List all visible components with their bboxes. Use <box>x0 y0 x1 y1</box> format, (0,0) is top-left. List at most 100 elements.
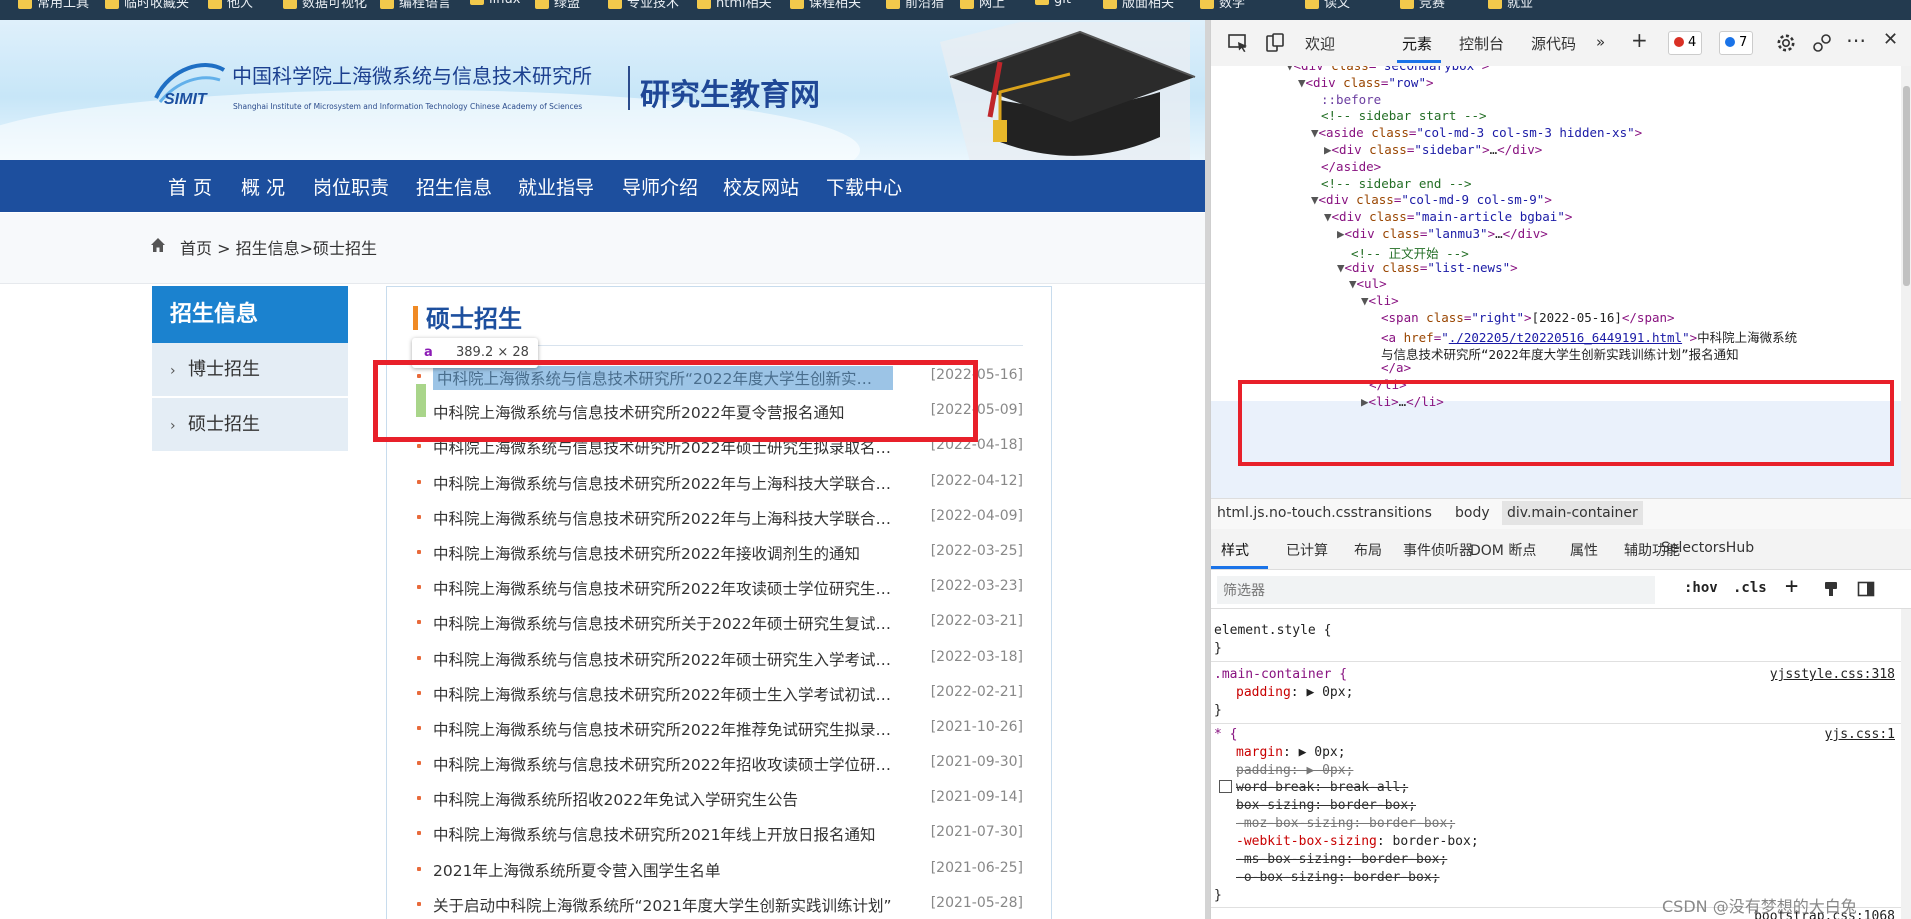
nav-item[interactable]: 下载中心 <box>826 173 902 200</box>
hov-toggle[interactable]: :hov <box>1684 580 1718 596</box>
bookmark-item[interactable]: 版面相关 <box>1103 0 1174 11</box>
styles-subtab[interactable]: SelectorsHub <box>1661 540 1754 556</box>
nav-item[interactable]: 首 页 <box>168 173 212 200</box>
dom-node-line[interactable]: ▼<ul> <box>1349 276 1387 291</box>
dom-scrollbar-thumb[interactable] <box>1903 86 1910 286</box>
dom-node-line[interactable]: ▼<div class="col-md-9 col-sm-9"> <box>1311 192 1552 207</box>
inspect-element-icon[interactable] <box>1227 33 1249 53</box>
dom-node-line[interactable]: ▶<div class="lanmu3">…</div> <box>1337 226 1548 241</box>
nav-item[interactable]: 导师介绍 <box>622 173 698 200</box>
margin-declaration[interactable]: margin: ▶ 0px; <box>1236 745 1346 760</box>
bookmark-item[interactable]: 编程语言 <box>380 0 451 11</box>
news-title-link[interactable]: 中科院上海微系统与信息技术研究所2022年招收攻读硕士学位研究生 <box>433 753 893 775</box>
cls-toggle[interactable]: .cls <box>1733 580 1767 596</box>
news-title-link[interactable]: 中科院上海微系统与信息技术研究所2022年与上海科技大学联合培养研究生 <box>433 507 893 529</box>
bookmark-item[interactable]: git <box>1035 0 1071 7</box>
tab-sources[interactable]: 源代码 <box>1531 33 1576 54</box>
dom-node-line[interactable]: ▼<div class="list-news"> <box>1337 260 1518 275</box>
news-title-link[interactable]: 中科院上海微系统与信息技术研究所关于2022年硕士研究生复试安排 <box>433 612 893 634</box>
crumb-main-container[interactable]: div.main-container <box>1502 501 1643 525</box>
bookmark-item[interactable]: 绿盟 <box>535 0 580 11</box>
dom-node-line[interactable]: ▼<li> <box>1361 293 1399 308</box>
dom-node-line[interactable]: ▼<div class="row"> <box>1298 75 1434 90</box>
word-break-overridden[interactable]: word-break: break-all; <box>1236 780 1408 795</box>
news-title-link[interactable]: 关于启动中科院上海微系统所“2021年度大学生创新实践训练计划” <box>433 894 893 916</box>
bookmark-item[interactable]: 常用工具 <box>18 0 89 11</box>
breadcrumb-section-link[interactable]: 招生信息 <box>236 239 300 258</box>
styles-filter-input[interactable] <box>1217 576 1655 604</box>
more-options-icon[interactable]: ⋯ <box>1846 28 1866 52</box>
home-icon[interactable] <box>150 237 166 253</box>
nav-item[interactable]: 岗位职责 <box>313 173 389 200</box>
styles-scrollbar[interactable] <box>1901 609 1911 919</box>
tab-elements[interactable]: 元素 <box>1402 33 1432 54</box>
styles-subtab[interactable]: 事件侦听器 <box>1403 540 1473 560</box>
dom-node-line[interactable]: 与信息技术研究所“2022年度大学生创新实践训练计划”报名通知 <box>1381 344 1739 363</box>
dom-node-line[interactable]: ▼<div class="main-article bgbai"> <box>1324 209 1572 224</box>
bookmark-item[interactable]: 专业技术 <box>608 0 679 11</box>
bookmark-item[interactable]: linux <box>470 0 520 7</box>
dom-node-line[interactable]: ▼<div class="secondarybox"> <box>1286 66 1489 73</box>
dom-node-line[interactable]: </aside> <box>1321 159 1381 174</box>
toggle-sidebar-icon[interactable] <box>1857 580 1875 598</box>
settings-gear-icon[interactable] <box>1775 32 1797 54</box>
customize-icon[interactable] <box>1811 32 1833 54</box>
device-toolbar-icon[interactable] <box>1265 33 1285 53</box>
news-title-link[interactable]: 中科院上海微系统与信息技术研究所2022年硕士研究生入学考试成绩 <box>433 648 893 670</box>
padding-declaration[interactable]: padding: ▶ 0px; <box>1236 685 1353 700</box>
box-sizing-overridden[interactable]: box-sizing: border-box; <box>1236 798 1416 813</box>
nav-item[interactable]: 就业指导 <box>518 173 594 200</box>
nav-item[interactable]: 校友网站 <box>723 173 799 200</box>
bookmark-item[interactable]: 数据可视化 <box>283 0 367 11</box>
error-count-badge[interactable]: 4 <box>1668 31 1703 55</box>
news-title-link[interactable]: 中科院上海微系统与信息技术研究所2021年线上开放日报名通知 <box>433 823 893 845</box>
news-title-link[interactable]: 中科院上海微系统与信息技术研究所2022年推荐免试研究生拟录取名单 <box>433 718 893 740</box>
news-title-link[interactable]: 中科院上海微系统与信息技术研究所2022年攻读硕士学位研究生复试 <box>433 577 893 599</box>
paint-brush-icon[interactable] <box>1822 580 1840 598</box>
dom-node-line[interactable]: ▶<div class="sidebar">…</div> <box>1324 142 1542 157</box>
news-title-link[interactable]: 中科院上海微系统与信息技术研究所2022年接收调剂生的通知 <box>433 542 893 564</box>
moz-box-sizing[interactable]: -moz-box-sizing: border-box; <box>1236 816 1455 831</box>
main-container-source-link[interactable]: yjsstyle.css:318 <box>1770 667 1895 682</box>
tab-welcome[interactable]: 欢迎 <box>1305 33 1335 54</box>
new-style-rule-icon[interactable]: + <box>1785 574 1798 599</box>
nav-item[interactable]: 概 况 <box>241 173 285 200</box>
tab-console[interactable]: 控制台 <box>1459 33 1504 54</box>
dom-node-line[interactable]: ▼<aside class="col-md-3 col-sm-3 hidden-… <box>1311 125 1642 140</box>
crumb-html[interactable]: html.js.no-touch.csstransitions <box>1217 505 1432 521</box>
breadcrumb-home-link[interactable]: 首页 <box>180 239 212 258</box>
universal-source-link[interactable]: yjs.css:1 <box>1825 727 1895 742</box>
bookmark-item[interactable]: 前沿猎 <box>886 0 944 11</box>
dom-scrollbar[interactable] <box>1901 66 1911 498</box>
nav-item[interactable]: 招生信息 <box>416 173 492 200</box>
bookmark-item[interactable]: 就业 <box>1488 0 1533 11</box>
ms-box-sizing[interactable]: -ms-box-sizing: border-box; <box>1236 852 1447 867</box>
news-title-link[interactable]: 中科院上海微系统与信息技术研究所2022年与上海科技大学联合培养研究生 <box>433 472 893 494</box>
dom-node-line[interactable]: <!-- sidebar start --> <box>1321 108 1487 123</box>
more-tabs-icon[interactable]: » <box>1596 33 1605 51</box>
webkit-box-sizing[interactable]: -webkit-box-sizing: border-box; <box>1236 834 1479 849</box>
o-box-sizing[interactable]: -o-box-sizing: border-box; <box>1236 870 1440 885</box>
bookmark-item[interactable]: 读文 <box>1305 0 1350 11</box>
news-title-link[interactable]: 2021年上海微系统所夏令营入围学生名单 <box>433 859 893 881</box>
sidebar-item-master[interactable]: › 硕士招生 <box>152 398 348 453</box>
styles-subtab[interactable]: 属性 <box>1570 540 1598 560</box>
bookmark-item[interactable]: 竞赛 <box>1400 0 1445 11</box>
dom-node-line[interactable]: <!-- sidebar end --> <box>1321 176 1472 191</box>
close-icon[interactable]: ✕ <box>1883 29 1898 50</box>
sidebar-item-phd[interactable]: › 博士招生 <box>152 343 348 398</box>
bookmark-item[interactable]: 课程相关 <box>790 0 861 11</box>
dom-node-line[interactable]: ::before <box>1321 92 1381 107</box>
dom-node-line[interactable]: </a> <box>1381 360 1411 375</box>
styles-subtab[interactable]: 布局 <box>1354 540 1382 560</box>
issues-count-badge[interactable]: 7 <box>1719 31 1754 55</box>
styles-subtab[interactable]: DOM 断点 <box>1470 540 1536 560</box>
styles-subtab[interactable]: 样式 <box>1221 540 1249 560</box>
declaration-checkbox[interactable] <box>1219 780 1232 793</box>
bookmark-item[interactable]: 网上 <box>960 0 1005 11</box>
add-tab-icon[interactable]: + <box>1631 28 1648 52</box>
bookmark-item[interactable]: 临时收藏夹 <box>105 0 189 11</box>
news-title-link[interactable]: 中科院上海微系统与信息技术研究所2022年硕士生入学考试初试成绩 <box>433 683 893 705</box>
crumb-body[interactable]: body <box>1455 505 1490 521</box>
styles-subtab[interactable]: 已计算 <box>1286 540 1328 560</box>
